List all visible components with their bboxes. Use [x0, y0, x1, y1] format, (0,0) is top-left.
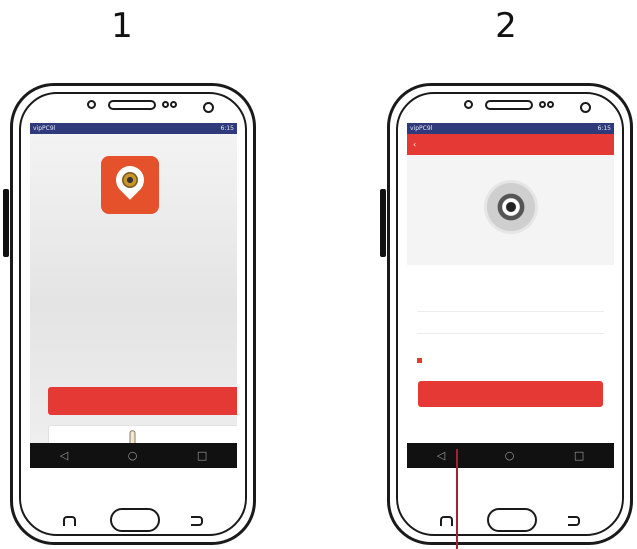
username-field[interactable]: [417, 295, 604, 312]
phone-2-camera-icon: [580, 102, 591, 113]
phone-1: vipPC9l 6:15 ◁ ○ □: [3, 83, 256, 545]
avatar-section: [407, 155, 614, 265]
phone-2: vipPC9l 6:15 ‹ ◁ ○ □: [380, 83, 633, 545]
back-arrow-icon[interactable]: ‹: [413, 134, 416, 155]
status-carrier: vipPC9l: [33, 125, 56, 132]
phone-2-home-key: [487, 508, 537, 532]
phone-2-screen: vipPC9l 6:15 ‹ ◁ ○ □: [407, 123, 614, 468]
phone-2-speaker: [485, 100, 533, 110]
recents-nav-icon[interactable]: □: [574, 449, 584, 462]
phone-1-speaker: [108, 100, 156, 110]
login-button[interactable]: [418, 381, 603, 407]
status-bar: vipPC9l 6:15: [407, 123, 614, 134]
password-field[interactable]: [417, 317, 604, 334]
home-nav-icon[interactable]: ○: [128, 449, 138, 462]
step-number-1: 1: [111, 6, 133, 46]
phone-1-home-key: [110, 508, 160, 532]
step-number-2: 2: [495, 6, 517, 46]
instruction-figure: 1 2 vipPC9l 6:15 ◁ ○ □ vipPC9l 6:15 ‹ ◁ …: [0, 0, 637, 549]
status-time: 6:15: [597, 125, 611, 132]
phone-1-sensor-icon: [170, 101, 177, 108]
back-nav-icon[interactable]: ◁: [60, 449, 68, 462]
status-time: 6:15: [220, 125, 234, 132]
phone-1-side-button: [3, 189, 9, 257]
phone-2-back-key-icon: [440, 516, 453, 526]
phone-1-menu-key-icon: [191, 516, 203, 526]
title-bar: ‹: [407, 134, 614, 155]
recents-nav-icon[interactable]: □: [197, 449, 207, 462]
phone-2-sensor-icon: [547, 101, 554, 108]
bottom-links-row: [417, 410, 604, 422]
phone-1-screen: vipPC9l 6:15 ◁ ○ □: [30, 123, 237, 468]
phone-2-sensor-icon: [464, 100, 473, 109]
phone-1-sensor-icon: [87, 100, 96, 109]
status-bar: vipPC9l 6:15: [30, 123, 237, 134]
phone-1-back-key-icon: [63, 516, 76, 526]
camera-lens-icon: [122, 172, 138, 188]
login-options-row: [417, 355, 604, 367]
login-button[interactable]: [48, 387, 237, 415]
phone-1-sensor-icon: [162, 101, 169, 108]
android-nav-bar: ◁ ○ □: [30, 443, 237, 468]
app-logo-icon: [101, 156, 159, 214]
callout-pointer-line: [456, 449, 458, 549]
home-nav-icon[interactable]: ○: [505, 449, 515, 462]
phone-1-camera-icon: [203, 102, 214, 113]
back-nav-icon[interactable]: ◁: [437, 449, 445, 462]
phone-2-menu-key-icon: [568, 516, 580, 526]
user-avatar: [484, 180, 538, 234]
android-nav-bar: ◁ ○ □: [407, 443, 614, 468]
status-carrier: vipPC9l: [410, 125, 433, 132]
phone-2-sensor-icon: [539, 101, 546, 108]
phone-2-side-button: [380, 189, 386, 257]
remember-checkbox[interactable]: [417, 358, 422, 363]
